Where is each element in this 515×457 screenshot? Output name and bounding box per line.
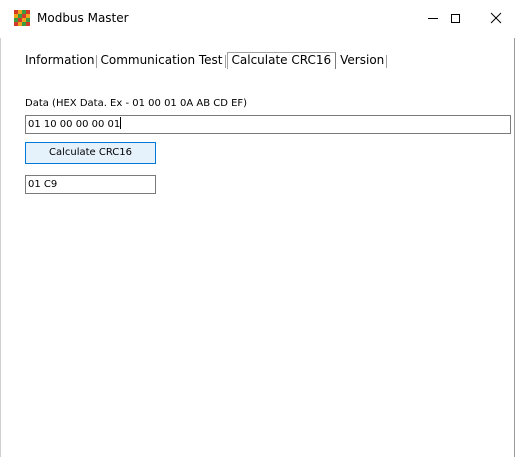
modbus-app-icon — [14, 10, 30, 26]
calculate-crc16-button[interactable]: Calculate CRC16 — [25, 142, 156, 164]
hex-data-input[interactable]: 01 10 00 00 00 01 — [25, 115, 511, 134]
tab-communication-test[interactable]: Communication Test — [97, 53, 226, 69]
window-left-border — [0, 0, 1, 457]
crc-result-value: 01 C9 — [28, 179, 58, 190]
text-caret — [120, 117, 122, 129]
modbus-master-window: Modbus Master Information Communication … — [0, 0, 515, 457]
crc-result-field[interactable]: 01 C9 — [25, 175, 156, 194]
tab-version[interactable]: Version — [337, 53, 388, 69]
tab-strip: Information Communication Test Calculate… — [25, 52, 388, 69]
close-icon — [490, 12, 502, 24]
maximize-icon — [450, 13, 460, 23]
title-bar[interactable]: Modbus Master — [0, 0, 515, 38]
tab-calculate-crc16[interactable]: Calculate CRC16 — [226, 52, 337, 69]
window-title: Modbus Master — [37, 11, 129, 25]
maximize-button[interactable] — [432, 0, 478, 36]
tab-information[interactable]: Information — [25, 53, 98, 69]
hex-data-value: 01 10 00 00 00 01 — [28, 119, 121, 130]
close-button[interactable] — [477, 0, 515, 36]
data-field-label: Data (HEX Data. Ex - 01 00 01 0A AB CD E… — [25, 98, 248, 109]
